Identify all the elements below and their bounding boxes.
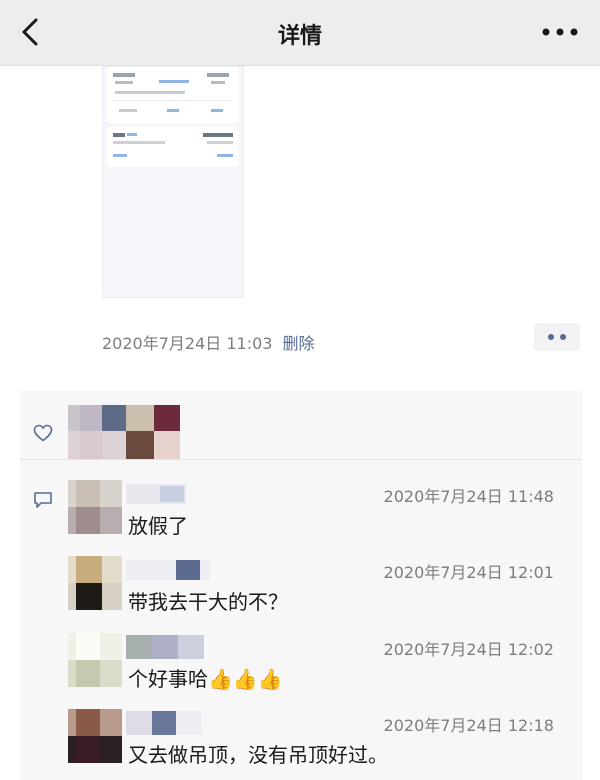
dot-icon (548, 334, 554, 340)
avatar[interactable] (68, 480, 122, 534)
commenter-name[interactable] (126, 711, 246, 735)
post-image-thumbnail[interactable] (102, 66, 244, 298)
ticket-card-passenger (107, 127, 239, 167)
divider (20, 459, 582, 460)
comment-item[interactable]: 2020年7月24日 11:48 放假了 (68, 480, 578, 550)
avatar[interactable] (68, 556, 122, 610)
comment-time: 2020年7月24日 12:18 (383, 716, 554, 735)
post-date: 2020年7月24日 11:03 (102, 334, 273, 353)
commenter-name[interactable] (126, 558, 246, 580)
more-horizontal-icon[interactable] (538, 18, 582, 46)
commenter-name[interactable] (126, 482, 246, 504)
comment-text: 个好事哈👍👍👍 (128, 667, 283, 691)
interaction-panel: 2020年7月24日 11:48 放假了 2020年7月24日 12:01 带我… (20, 391, 582, 780)
comment-item[interactable]: 2020年7月24日 12:02 个好事哈👍👍👍 (68, 633, 578, 703)
comment-time: 2020年7月24日 12:01 (383, 563, 554, 582)
comment-item[interactable]: 2020年7月24日 12:01 带我去干大的不？ (68, 556, 578, 626)
avatar[interactable] (68, 709, 122, 763)
like-avatars[interactable] (68, 405, 180, 459)
comment-bubble-icon (34, 492, 52, 508)
comment-item[interactable]: 2020年7月24日 12:18 又去做吊顶，没有吊顶好过。 (68, 709, 578, 779)
comment-text: 带我去干大的不？ (128, 590, 288, 614)
more-actions-button[interactable] (534, 323, 580, 351)
top-navigation-bar: 详情 (0, 0, 600, 66)
comment-time: 2020年7月24日 12:02 (383, 640, 554, 659)
comment-time: 2020年7月24日 11:48 (383, 487, 554, 506)
likes-row (20, 391, 582, 459)
delete-link[interactable]: 删除 (282, 334, 314, 353)
ticket-card-trip (107, 67, 239, 123)
post-meta: 2020年7月24日 11:03 删除 (102, 330, 314, 354)
avatar[interactable] (68, 633, 122, 687)
comment-text: 放假了 (128, 514, 188, 538)
commenter-name[interactable] (126, 635, 246, 659)
page-title: 详情 (277, 24, 322, 49)
comment-text: 又去做吊顶，没有吊顶好过。 (128, 743, 388, 767)
heart-icon (33, 424, 53, 442)
dot-icon (560, 334, 566, 340)
